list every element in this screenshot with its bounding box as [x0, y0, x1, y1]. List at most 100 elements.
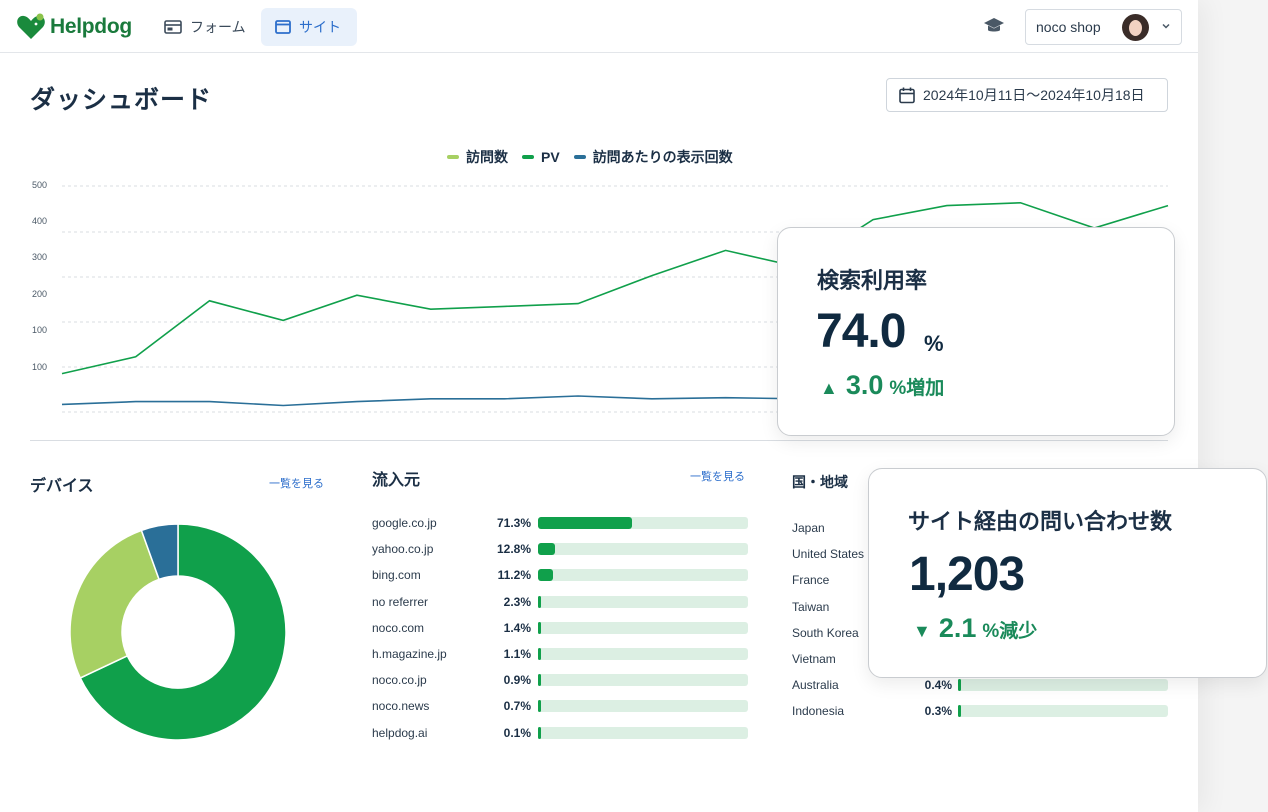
source-percent: 0.9%: [503, 673, 531, 688]
region-bar-fill: [958, 705, 961, 718]
card-delta: ▼ 2.1 %減少: [913, 613, 1037, 644]
sources-see-all-link[interactable]: 一覧を見る: [690, 468, 745, 484]
legend-label: 訪問あたりの表示回数: [592, 149, 733, 165]
nav-form-label: フォーム: [190, 19, 246, 35]
delta-value: 3.0: [845, 370, 884, 400]
card-title: 検索利用率: [817, 268, 928, 293]
chevron-down-icon: [1162, 23, 1170, 29]
donut-slice[interactable]: [69, 529, 160, 679]
source-label: yahoo.co.jp: [372, 542, 434, 557]
card-value: 74.0: [816, 305, 906, 358]
source-label: noco.com: [372, 620, 425, 635]
divider: [30, 440, 1168, 441]
window-icon: [275, 20, 291, 34]
region-label: Indonesia: [792, 704, 845, 719]
delta-text: %減少: [982, 621, 1038, 642]
region-percent: 0.3%: [924, 704, 952, 719]
card-delta: ▲ 3.0 %増加: [820, 370, 944, 401]
source-label: google.co.jp: [372, 516, 437, 530]
source-label: h.magazine.jp: [372, 647, 447, 661]
source-percent: 11.2%: [497, 568, 531, 583]
region-bar-fill: [958, 679, 961, 692]
regions-title: 国・地域: [792, 474, 848, 490]
region-percent: 0.4%: [924, 678, 952, 693]
legend-item-pv[interactable]: PV: [522, 149, 560, 165]
devices-title: デバイス: [30, 478, 94, 495]
source-percent: 12.8%: [496, 542, 531, 557]
region-label: Japan: [792, 521, 825, 535]
source-bar: [538, 595, 748, 608]
source-bar: [538, 517, 748, 529]
source-label: bing.com: [372, 568, 421, 583]
source-label: helpdog.ai: [372, 725, 428, 740]
source-percent: 0.7%: [503, 699, 531, 714]
source-bar: [538, 726, 748, 739]
region-label: France: [792, 573, 830, 588]
nav-item-form[interactable]: フォーム: [150, 8, 260, 46]
source-label: noco.co.jp: [372, 673, 427, 688]
source-bar: [538, 674, 748, 687]
source-bar-fill: [538, 569, 553, 582]
device-donut-chart: [69, 523, 287, 741]
source-bar: [538, 621, 748, 634]
date-range-button[interactable]: 2024年10月11日〜2024年10月18日: [886, 78, 1168, 112]
card-value: 1,203: [909, 548, 1025, 601]
source-bar: [538, 569, 748, 582]
source-bar-fill: [538, 648, 541, 660]
source-percent: 71.3%: [496, 516, 531, 530]
source-bar-fill: [538, 595, 542, 608]
logo-text: Helpdog: [50, 15, 132, 38]
region-bar: [958, 679, 1168, 692]
arrow-down-icon: ▼: [913, 621, 931, 641]
inquiries-card: サイト経由の問い合わせ数 1,203 ▼ 2.1 %減少: [868, 468, 1267, 678]
page-title: ダッシュボード: [30, 86, 213, 114]
region-bar: [958, 705, 1168, 718]
source-percent: 1.4%: [503, 620, 531, 635]
source-bar-fill: [538, 674, 541, 687]
source-percent: 2.3%: [503, 594, 531, 609]
source-bar-fill: [538, 700, 541, 713]
shop-selector[interactable]: noco shop: [1025, 9, 1182, 45]
source-percent: 0.1%: [503, 725, 531, 740]
y-tick-label: 100: [32, 362, 47, 372]
y-tick-label: 500: [32, 180, 47, 190]
source-label: noco.news: [372, 699, 430, 714]
form-icon: [164, 20, 182, 34]
avatar: [1122, 14, 1149, 41]
source-bar-fill: [538, 726, 541, 739]
card-title: サイト経由の問い合わせ数: [908, 509, 1173, 534]
y-tick-label: 100: [32, 325, 47, 335]
y-tick-label: 400: [32, 216, 47, 226]
source-bar: [538, 648, 748, 660]
region-label: Australia: [792, 678, 839, 693]
source-bar: [538, 543, 748, 556]
topbar: Helpdog フォーム サイト noco shop: [0, 0, 1198, 53]
date-range-text: 2024年10月11日〜2024年10月18日: [923, 87, 1145, 103]
card-unit: %: [924, 331, 944, 356]
search-usage-card: 検索利用率 74.0 % ▲ 3.0 %増加: [777, 227, 1175, 436]
source-label: no referrer: [372, 594, 429, 609]
dog-heart-icon: [17, 13, 45, 40]
y-tick-label: 300: [32, 252, 47, 262]
chart-legend: 訪問数 PV 訪問あたりの表示回数: [447, 147, 747, 167]
source-bar: [538, 700, 748, 713]
devices-see-all-link[interactable]: 一覧を見る: [269, 475, 324, 491]
source-bar-fill: [538, 517, 632, 529]
shop-name: noco shop: [1036, 19, 1101, 35]
delta-value: 2.1: [938, 613, 977, 643]
y-tick-label: 200: [32, 289, 47, 299]
region-label: South Korea: [792, 625, 859, 640]
delta-text: %増加: [889, 378, 945, 399]
source-bar-fill: [538, 621, 541, 634]
logo[interactable]: Helpdog: [16, 12, 132, 42]
arrow-up-icon: ▲: [820, 378, 838, 398]
legend-label: 訪問数: [466, 149, 508, 165]
legend-item-views-per-visit[interactable]: 訪問あたりの表示回数: [573, 147, 733, 167]
nav-item-site[interactable]: サイト: [261, 8, 357, 46]
graduation-cap-icon[interactable]: [983, 16, 1005, 36]
source-percent: 1.1%: [503, 647, 531, 661]
legend-label: PV: [541, 149, 560, 165]
legend-item-visits[interactable]: 訪問数: [447, 147, 508, 167]
calendar-icon: [899, 87, 915, 103]
nav-site-label: サイト: [299, 19, 341, 35]
